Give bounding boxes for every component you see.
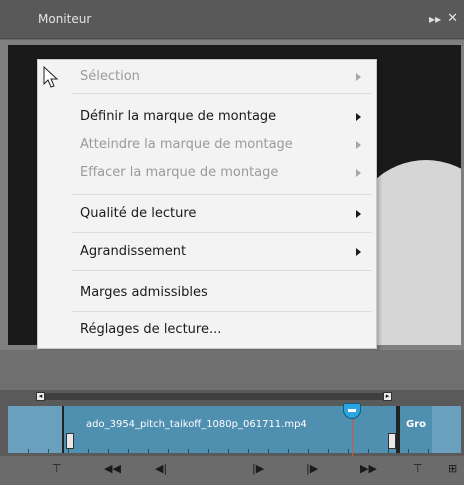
menu-item-clear-edit-mark[interactable]: Effacer la marque de montage (80, 160, 278, 186)
timeline-scrollbar[interactable]: ◂ ▸ (0, 390, 464, 403)
set-out-icon[interactable]: ⊤ (413, 462, 423, 475)
clip-label: ado_3954_pitch_taikoff_1080p_061711.mp4 (86, 419, 307, 430)
menu-separator (72, 311, 372, 312)
clip-out-handle[interactable] (388, 433, 396, 449)
panel-title: Moniteur (38, 12, 92, 26)
close-icon[interactable]: ✕ (447, 11, 458, 26)
scroll-left-handle[interactable]: ◂ (36, 392, 45, 401)
next-clip-label: Gro (406, 419, 427, 430)
scrollbar-track[interactable] (36, 393, 392, 400)
context-menu: Sélection Définir la marque de montage A… (37, 59, 377, 349)
scroll-right-handle[interactable]: ▸ (383, 392, 392, 401)
rewind-icon[interactable]: ◀◀ (104, 462, 121, 475)
submenu-arrow-icon (356, 210, 361, 218)
more-icon[interactable]: ⊞ (448, 462, 457, 475)
viewer-footer (0, 350, 464, 390)
fast-forward-icon[interactable]: ▶▶ (360, 462, 377, 475)
menu-item-selection[interactable]: Sélection (80, 64, 140, 90)
set-in-icon[interactable]: ⊤ (52, 462, 62, 475)
monitor-titlebar: Moniteur ▸▸ ✕ (0, 0, 464, 39)
submenu-arrow-icon (356, 113, 361, 121)
submenu-arrow-icon (356, 169, 361, 177)
play-icon[interactable]: |▶ (306, 462, 318, 475)
menu-separator (72, 270, 372, 271)
titlebar-icons: ▸▸ ✕ (429, 11, 458, 26)
menu-item-go-to-edit-mark[interactable]: Atteindre la marque de montage (80, 132, 293, 158)
submenu-arrow-icon (356, 248, 361, 256)
clip-in-handle[interactable] (66, 433, 74, 449)
step-back-icon[interactable]: ◀| (155, 462, 167, 475)
menu-separator (72, 93, 372, 94)
mouse-cursor-icon (43, 66, 59, 88)
submenu-arrow-icon (356, 73, 361, 81)
transport-controls: ⊤ ◀◀ ◀| |▶ |▶ ▶▶ ⊤ ⊞ (0, 456, 464, 485)
menu-item-playback-quality[interactable]: Qualité de lecture (80, 201, 196, 227)
expand-icon[interactable]: ▸▸ (429, 12, 441, 26)
mini-timeline: ado_3954_pitch_taikoff_1080p_061711.mp4 … (0, 403, 464, 456)
submenu-arrow-icon (356, 141, 361, 149)
menu-item-magnification[interactable]: Agrandissement (80, 239, 186, 265)
menu-item-set-edit-mark[interactable]: Définir la marque de montage (80, 104, 276, 130)
step-forward-icon[interactable]: |▶ (252, 462, 264, 475)
menu-separator (72, 194, 372, 195)
menu-separator (72, 232, 372, 233)
menu-item-safe-margins[interactable]: Marges admissibles (80, 280, 208, 306)
menu-item-playback-settings[interactable]: Réglages de lecture... (80, 317, 221, 343)
playhead-line (352, 416, 353, 456)
